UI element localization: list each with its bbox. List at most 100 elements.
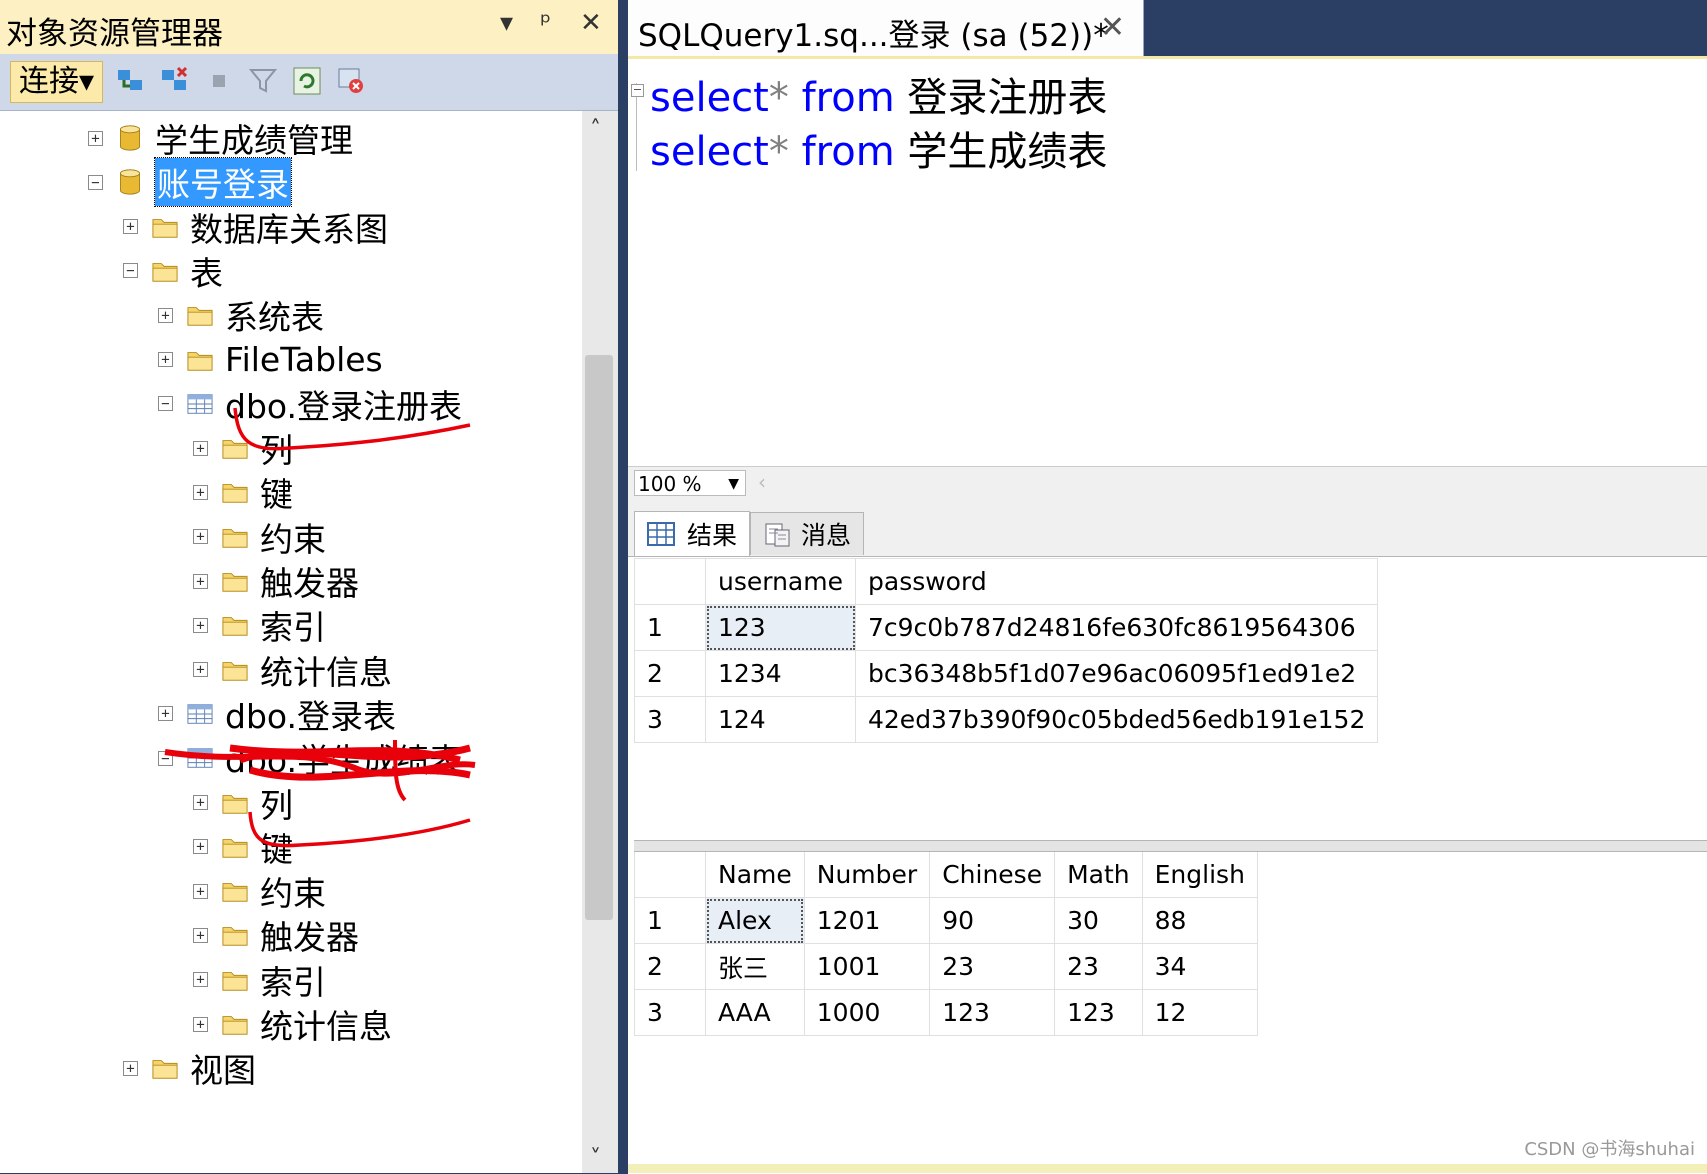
tree-node-label[interactable]: 学生成绩管理 bbox=[155, 114, 353, 162]
tree-node-label[interactable]: 系统表 bbox=[225, 291, 324, 339]
column-header[interactable]: English bbox=[1141, 851, 1258, 898]
tree-node[interactable]: + 触发器 bbox=[193, 913, 359, 957]
expand-icon[interactable]: + bbox=[193, 839, 208, 855]
tree-node-label[interactable]: dbo.登录表 bbox=[225, 690, 396, 738]
column-header[interactable]: username bbox=[705, 558, 856, 605]
expand-icon[interactable]: + bbox=[193, 927, 208, 943]
table-cell[interactable]: 7c9c0b787d24816fe630fc8619564306 bbox=[854, 604, 1379, 651]
tree-node[interactable]: + FileTables bbox=[158, 338, 383, 382]
expand-icon[interactable]: + bbox=[158, 307, 173, 323]
scroll-down-icon[interactable]: ˅ bbox=[590, 1146, 601, 1171]
table-row[interactable]: 2 1234 bc36348b5f1d07e96ac06095f1ed91e2 bbox=[634, 650, 1379, 697]
table-cell[interactable]: bc36348b5f1d07e96ac06095f1ed91e2 bbox=[854, 650, 1379, 697]
tree-node[interactable]: − 账号登录 bbox=[88, 157, 292, 208]
expand-icon[interactable]: + bbox=[193, 883, 208, 899]
expand-icon[interactable]: + bbox=[193, 573, 208, 589]
scroll-left-icon[interactable]: ‹ bbox=[758, 470, 766, 494]
expand-icon[interactable]: + bbox=[193, 662, 208, 678]
zoom-select[interactable]: 100 % ▼ bbox=[634, 470, 746, 496]
tree-node[interactable]: + 统计信息 bbox=[193, 1002, 392, 1046]
connect-server-icon[interactable] bbox=[116, 66, 146, 96]
row-number[interactable]: 3 bbox=[634, 989, 706, 1036]
tree-node-label[interactable]: 键 bbox=[260, 823, 293, 871]
tree-node-label[interactable]: 统计信息 bbox=[260, 1000, 392, 1048]
tree-node-label[interactable]: 触发器 bbox=[260, 911, 359, 959]
expand-icon[interactable]: + bbox=[123, 1060, 138, 1076]
close-icon[interactable]: ✕ bbox=[580, 8, 602, 38]
tree-node-label[interactable]: dbo.登录注册表 bbox=[225, 380, 462, 428]
tree-node[interactable]: + 列 bbox=[193, 781, 293, 825]
table-row[interactable]: 3 AAA 1000 123 123 12 bbox=[634, 989, 1258, 1036]
table-cell[interactable]: 1201 bbox=[803, 897, 931, 944]
column-header[interactable]: Number bbox=[803, 851, 931, 898]
expand-icon[interactable]: + bbox=[158, 706, 173, 722]
tree-node[interactable]: − dbo.登录注册表 bbox=[158, 382, 462, 426]
expand-icon[interactable]: + bbox=[193, 440, 208, 456]
table-cell[interactable]: 12 bbox=[1141, 989, 1258, 1036]
pin-icon[interactable]: ᵖ bbox=[540, 8, 551, 38]
tree-node[interactable]: + 学生成绩管理 bbox=[88, 116, 353, 160]
table-row[interactable]: 1 Alex 1201 90 30 88 bbox=[634, 897, 1258, 944]
row-number[interactable]: 2 bbox=[634, 943, 706, 990]
tree-scroll-thumb[interactable] bbox=[585, 355, 613, 920]
collapse-icon[interactable]: − bbox=[88, 174, 103, 190]
tree-node-label[interactable]: 触发器 bbox=[260, 557, 359, 605]
tree-node[interactable]: − dbo.学生成绩表 bbox=[158, 736, 462, 780]
table-cell[interactable]: 42ed37b390f90c05bded56edb191e152 bbox=[854, 696, 1379, 743]
tree-node-label[interactable]: dbo.学生成绩表 bbox=[225, 734, 462, 782]
table-cell[interactable]: 34 bbox=[1141, 943, 1258, 990]
tree-node[interactable]: + 约束 bbox=[193, 515, 326, 559]
expand-icon[interactable]: + bbox=[193, 972, 208, 988]
tree-node-label[interactable]: 约束 bbox=[260, 867, 326, 915]
tree-node[interactable]: + 触发器 bbox=[193, 559, 359, 603]
expand-icon[interactable]: + bbox=[88, 130, 103, 146]
expand-icon[interactable]: + bbox=[193, 484, 208, 500]
row-number[interactable]: 1 bbox=[634, 897, 706, 944]
tab-results[interactable]: 结果 bbox=[634, 511, 751, 556]
expand-icon[interactable]: + bbox=[193, 617, 208, 633]
tree-node-label[interactable]: 数据库关系图 bbox=[190, 203, 388, 251]
collapse-icon[interactable]: − bbox=[631, 84, 644, 97]
row-header-corner[interactable] bbox=[634, 851, 706, 898]
tree-node[interactable]: + 索引 bbox=[193, 603, 326, 647]
table-cell[interactable]: 1001 bbox=[803, 943, 931, 990]
table-cell[interactable]: AAA bbox=[705, 989, 805, 1036]
tree-node-label[interactable]: 列 bbox=[260, 424, 293, 472]
tree-node[interactable]: + dbo.登录表 bbox=[158, 692, 396, 736]
table-cell[interactable]: Alex bbox=[705, 897, 805, 944]
connect-button[interactable]: 连接▾ bbox=[10, 61, 104, 103]
collapse-icon[interactable]: − bbox=[123, 263, 138, 279]
table-cell[interactable]: 123 bbox=[1054, 989, 1143, 1036]
tree-node-label[interactable]: 键 bbox=[260, 468, 293, 516]
tree-node[interactable]: + 统计信息 bbox=[193, 648, 392, 692]
collapse-icon[interactable]: − bbox=[158, 750, 173, 766]
tree-node-label[interactable]: 索引 bbox=[260, 601, 326, 649]
tree-node-label[interactable]: 账号登录 bbox=[154, 157, 292, 208]
table-cell[interactable]: 1000 bbox=[803, 989, 931, 1036]
table-cell[interactable]: 88 bbox=[1141, 897, 1258, 944]
table-row[interactable]: 3 124 42ed37b390f90c05bded56edb191e152 bbox=[634, 696, 1379, 743]
table-row[interactable]: 2 张三 1001 23 23 34 bbox=[634, 943, 1258, 990]
tree-node[interactable]: + 数据库关系图 bbox=[123, 205, 388, 249]
column-header[interactable]: password bbox=[854, 558, 1379, 605]
tree-node-label[interactable]: 视图 bbox=[190, 1044, 256, 1092]
query-tab-close-icon[interactable]: ✕ bbox=[1100, 10, 1125, 45]
refresh-icon[interactable] bbox=[292, 66, 322, 96]
table-cell[interactable]: 23 bbox=[1054, 943, 1143, 990]
disconnect-server-icon[interactable] bbox=[160, 66, 190, 96]
query-tab[interactable]: SQLQuery1.sq...登录 (sa (52))* ✕ bbox=[628, 0, 1144, 56]
tree-node[interactable]: + 索引 bbox=[193, 958, 326, 1002]
column-header[interactable]: Chinese bbox=[929, 851, 1056, 898]
sql-editor[interactable]: select* from 登录注册表 select* from 学生成绩表 bbox=[628, 56, 1707, 469]
tree-node-label[interactable]: 表 bbox=[190, 247, 223, 295]
tree-node-label[interactable]: 索引 bbox=[260, 956, 326, 1004]
tree-node-label[interactable]: FileTables bbox=[225, 340, 383, 379]
expand-icon[interactable]: + bbox=[193, 795, 208, 810]
results-grid-2[interactable]: Name Number Chinese Math English 1 Alex 1201 90 3… bbox=[634, 851, 1258, 1036]
tree-node[interactable]: + 视图 bbox=[123, 1046, 256, 1090]
expand-icon[interactable]: + bbox=[158, 352, 173, 367]
tree-node[interactable]: − 表 bbox=[123, 249, 223, 293]
row-header-corner[interactable] bbox=[634, 558, 706, 605]
table-cell[interactable]: 1234 bbox=[705, 650, 856, 697]
tree-node-label[interactable]: 约束 bbox=[260, 513, 326, 561]
